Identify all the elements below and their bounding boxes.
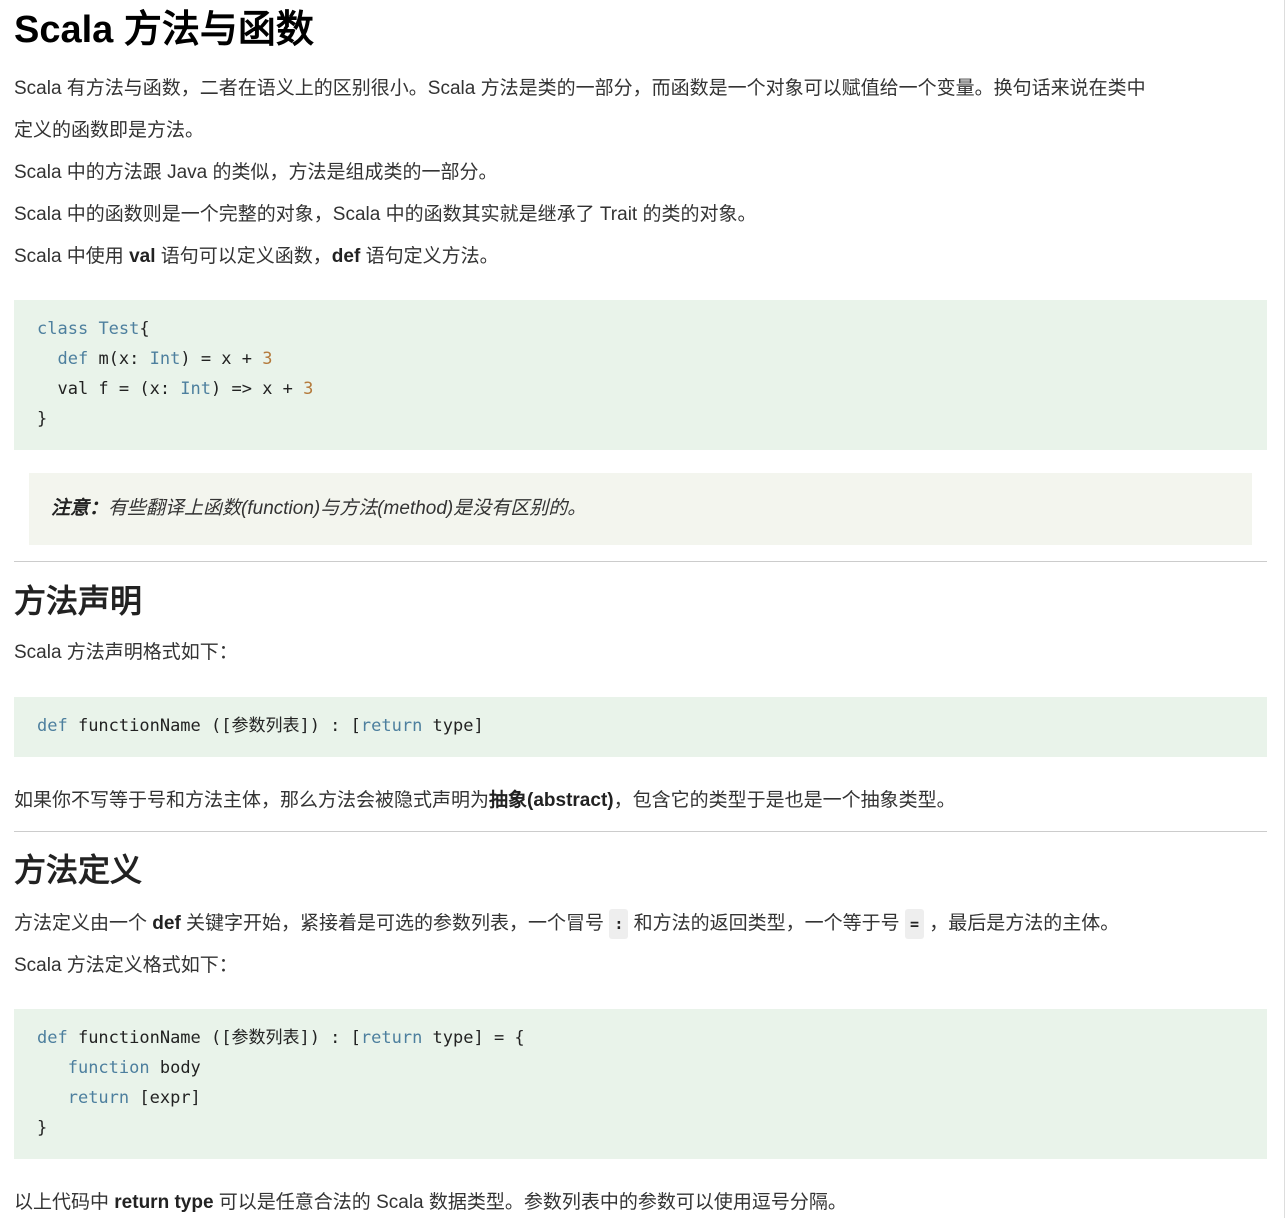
code-text: [expr] xyxy=(129,1088,201,1108)
paragraph-text: 关键字开始，紧接着是可选的参数列表，一个冒号 xyxy=(180,913,610,934)
code-text: ) = x + xyxy=(180,349,263,369)
section-heading-declaration: 方法声明 xyxy=(14,583,143,619)
code-type: Int xyxy=(180,379,212,399)
note-text: 有些翻译上函数(function)与方法(method)是没有区别的。 xyxy=(108,498,587,519)
code-line: val f = (x: Int) => x + 3 xyxy=(37,374,1267,404)
section-heading-definition: 方法定义 xyxy=(14,852,143,888)
code-text: functionName ([参数列表]) : [ xyxy=(67,1028,361,1048)
code-line: def m(x: Int) = x + 3 xyxy=(37,344,1267,374)
declaration-description: Scala 方法声明格式如下： xyxy=(14,642,238,663)
paragraph-text: ，最后是方法的主体。 xyxy=(923,913,1120,934)
code-keyword: def xyxy=(37,1028,68,1048)
code-line: } xyxy=(37,1118,48,1138)
code-block-class-test[interactable]: class Test{ def m(x: Int) = x + 3 val f … xyxy=(14,300,1267,450)
note-label: 注意： xyxy=(51,498,109,519)
code-number: 3 xyxy=(262,349,273,369)
code-text: ) => x + xyxy=(211,379,304,399)
code-line: return [expr] xyxy=(37,1083,1267,1113)
inline-code-equals: = xyxy=(904,908,924,939)
definition-format-intro: Scala 方法定义格式如下： xyxy=(14,955,238,976)
code-line: def functionName ([参数列表]) : [return type… xyxy=(37,711,1267,741)
intro-paragraph-1: Scala 有方法与函数，二者在语义上的区别很小。Scala 方法是类的一部分，… xyxy=(14,68,1146,110)
section-divider xyxy=(14,561,1267,562)
intro-line-2: 定义的函数即是方法。 xyxy=(14,120,205,141)
code-text: functionName ([参数列表]) : [ xyxy=(67,716,361,736)
intro-paragraph-1-cont: 定义的函数即是方法。 xyxy=(14,110,204,152)
code-keyword: return xyxy=(360,1028,423,1048)
intro-text: 语句定义方法。 xyxy=(360,246,499,267)
paragraph-text: 如果你不写等于号和方法主体，那么方法会被隐式声明为 xyxy=(14,790,490,811)
code-text: val f = (x: xyxy=(37,379,181,399)
page-edge-divider xyxy=(1284,0,1285,1218)
definition-paragraph: 方法定义由一个 def 关键字开始，紧接着是可选的参数列表，一个冒号 : 和方法… xyxy=(14,903,1119,945)
inline-code-colon: : xyxy=(609,908,629,939)
paragraph-text: 可以是任意合法的 Scala 数据类型。参数列表中的参数可以使用逗号分隔。 xyxy=(213,1192,847,1213)
code-line: class Test{ xyxy=(37,314,1267,344)
code-block-declaration[interactable]: def functionName ([参数列表]) : [return type… xyxy=(14,697,1267,757)
code-number: 3 xyxy=(303,379,314,399)
code-keyword: return xyxy=(360,716,423,736)
code-text: m(x: xyxy=(88,349,150,369)
paragraph-text: 和方法的返回类型，一个等于号 xyxy=(628,913,905,934)
intro-text: Scala 中使用 xyxy=(14,246,130,267)
code-keyword: return xyxy=(67,1088,130,1108)
code-text: { xyxy=(139,319,150,339)
abstract-term: 抽象(abstract) xyxy=(489,790,614,811)
intro-paragraph-4: Scala 中使用 val 语句可以定义函数，def 语句定义方法。 xyxy=(14,236,499,278)
intro-paragraph-2: Scala 中的方法跟 Java 的类似，方法是组成类的一部分。 xyxy=(14,162,498,183)
code-text: type] xyxy=(422,716,484,736)
code-type: Int xyxy=(149,349,181,369)
paragraph-text: 以上代码中 xyxy=(14,1192,115,1213)
val-keyword: val xyxy=(129,246,156,267)
def-keyword: def xyxy=(152,913,181,934)
def-keyword: def xyxy=(331,246,361,267)
code-line: def functionName ([参数列表]) : [return type… xyxy=(37,1023,1267,1053)
code-line: function body xyxy=(37,1053,1267,1083)
code-text: body xyxy=(149,1058,201,1078)
paragraph-text: 方法定义由一个 xyxy=(14,913,153,934)
code-keyword: class xyxy=(37,319,89,339)
code-keyword: def xyxy=(57,349,89,369)
abstract-paragraph: 如果你不写等于号和方法主体，那么方法会被隐式声明为抽象(abstract)，包含… xyxy=(14,780,956,822)
intro-text: 语句可以定义函数， xyxy=(155,246,332,267)
code-keyword: def xyxy=(37,716,68,736)
page-title: Scala 方法与函数 xyxy=(14,9,314,51)
paragraph-text: ，包含它的类型于是也是一个抽象类型。 xyxy=(613,790,956,811)
code-class-name: Test xyxy=(98,319,140,339)
section-divider xyxy=(14,831,1267,832)
return-type-term: return type xyxy=(114,1192,214,1213)
code-text: type] = { xyxy=(422,1028,525,1048)
note-box: 注意：有些翻译上函数(function)与方法(method)是没有区别的。 xyxy=(29,473,1252,545)
code-block-definition[interactable]: def functionName ([参数列表]) : [return type… xyxy=(14,1009,1267,1159)
intro-paragraph-3: Scala 中的函数则是一个完整的对象，Scala 中的函数其实就是继承了 Tr… xyxy=(14,204,757,225)
code-line: } xyxy=(37,409,48,429)
code-keyword: function xyxy=(67,1058,150,1078)
intro-line-1: Scala 有方法与函数，二者在语义上的区别很小。Scala 方法是类的一部分，… xyxy=(14,78,1146,99)
